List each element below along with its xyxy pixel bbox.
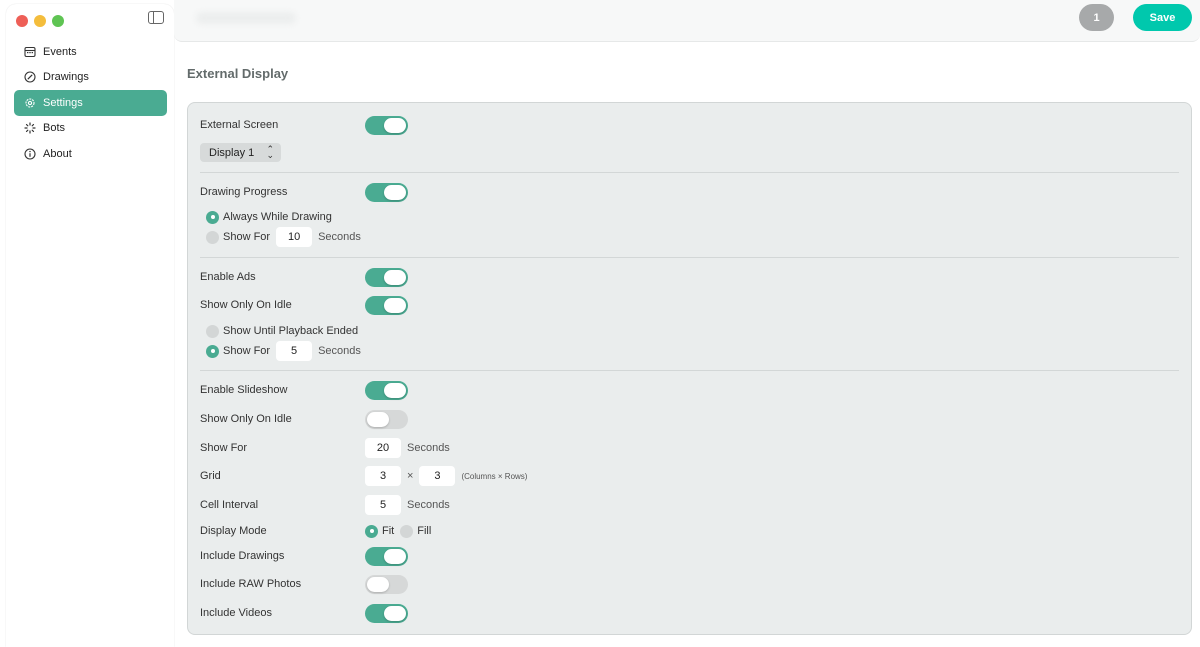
external-screen-row: External Screen: [200, 115, 408, 135]
drawing-progress-toggle[interactable]: [365, 182, 408, 202]
grid-columns-input[interactable]: 3: [365, 466, 401, 486]
include-videos-toggle[interactable]: [365, 603, 408, 623]
sidebar-item-drawings[interactable]: Drawings: [14, 65, 167, 91]
option-label: Show For: [223, 345, 271, 357]
section-title: External Display: [187, 66, 289, 81]
external-display-panel: External Screen Display 1 ⌃ ⌄ Drawing Pro…: [187, 102, 1192, 635]
pencil-circle-icon: [24, 71, 36, 83]
include-drawings-row: Include Drawings: [200, 546, 408, 566]
drawing-progress-showfor-option[interactable]: Show For 10 Seconds: [206, 227, 361, 247]
divider: [200, 370, 1179, 371]
mode-fit-radio[interactable]: [365, 524, 378, 538]
cell-interval-row: Cell Interval 5 Seconds: [200, 495, 450, 515]
top-toolbar: 1 Save: [174, 0, 1200, 42]
grid-label: Grid: [200, 470, 221, 482]
seconds-label: Seconds: [407, 442, 450, 454]
external-screen-toggle[interactable]: [365, 115, 408, 135]
sidebar-item-about[interactable]: About: [14, 141, 167, 167]
include-drawings-label: Include Drawings: [200, 550, 285, 562]
option-label: Show For: [223, 231, 271, 243]
drawing-progress-label: Drawing Progress: [200, 186, 288, 198]
option-label: Show Until Playback Ended: [223, 325, 359, 337]
sidebar: Events Drawings Settings Bots About: [6, 4, 174, 647]
divider: [200, 172, 1179, 173]
gear-icon: [24, 97, 36, 109]
drawing-progress-row: Drawing Progress: [200, 182, 408, 202]
previous-section-remnant: [196, 12, 296, 24]
sidebar-item-label: Bots: [43, 122, 66, 135]
slideshow-idle-row: Show Only On Idle: [200, 409, 408, 429]
sidebar-nav: Events Drawings Settings Bots About: [14, 39, 167, 167]
sidebar-toggle-icon[interactable]: [148, 11, 164, 24]
slideshow-showfor-input[interactable]: 20: [365, 438, 401, 458]
include-raw-row: Include RAW Photos: [200, 574, 408, 594]
slideshow-idle-toggle[interactable]: [365, 409, 408, 429]
drawing-progress-always-option[interactable]: Always While Drawing: [206, 208, 332, 226]
include-drawings-toggle[interactable]: [365, 546, 408, 566]
mode-fill-label[interactable]: Fill: [417, 525, 431, 537]
info-icon: [24, 148, 36, 160]
sidebar-item-events[interactable]: Events: [14, 39, 167, 65]
drawing-progress-seconds-input[interactable]: 10: [276, 227, 313, 247]
sidebar-item-bots[interactable]: Bots: [14, 116, 167, 142]
seconds-label: Seconds: [318, 231, 361, 243]
enable-slideshow-row: Enable Slideshow: [200, 380, 408, 400]
cell-interval-input[interactable]: 5: [365, 495, 401, 515]
include-raw-toggle[interactable]: [365, 574, 408, 594]
mode-fit-label[interactable]: Fit: [382, 525, 394, 537]
slideshow-showfor-row: Show For 20 Seconds: [200, 438, 450, 458]
window-close-button[interactable]: [16, 15, 28, 27]
times-sign: ×: [407, 470, 414, 482]
sidebar-item-label: Settings: [43, 96, 83, 109]
sidebar-item-settings[interactable]: Settings: [14, 90, 167, 116]
display-select[interactable]: Display 1 ⌃ ⌄: [200, 143, 281, 162]
save-button[interactable]: Save: [1133, 4, 1192, 31]
ads-until-playback-option[interactable]: Show Until Playback Ended: [206, 322, 358, 340]
seconds-label: Seconds: [407, 499, 450, 511]
grid-row: Grid 3 × 3 (Columns × Rows): [200, 466, 527, 486]
ads-idle-label: Show Only On Idle: [200, 299, 292, 311]
grid-rows-input[interactable]: 3: [419, 466, 456, 486]
window-minimize-button[interactable]: [34, 15, 46, 27]
enable-slideshow-label: Enable Slideshow: [200, 384, 288, 396]
enable-ads-label: Enable Ads: [200, 271, 256, 283]
calendar-icon: [24, 46, 36, 58]
enable-slideshow-toggle[interactable]: [365, 380, 408, 400]
chevron-updown-icon: ⌃ ⌄: [266, 144, 274, 160]
enable-ads-row: Enable Ads: [200, 267, 408, 287]
grid-note: (Columns × Rows): [461, 471, 528, 481]
radio-selected-icon[interactable]: [206, 210, 219, 224]
option-label: Always While Drawing: [223, 211, 332, 223]
include-videos-row: Include Videos: [200, 603, 408, 623]
count-badge[interactable]: 1: [1079, 4, 1114, 31]
ads-seconds-input[interactable]: 5: [276, 341, 313, 361]
include-videos-label: Include Videos: [200, 607, 272, 619]
include-raw-label: Include RAW Photos: [200, 578, 302, 590]
divider: [200, 257, 1179, 258]
display-mode-row: Display Mode Fit Fill: [200, 521, 431, 541]
enable-ads-toggle[interactable]: [365, 267, 408, 287]
spinner-icon: [24, 122, 36, 134]
display-select-value: Display 1: [209, 146, 255, 159]
display-mode-label: Display Mode: [200, 525, 267, 537]
mode-fill-radio[interactable]: [400, 524, 414, 538]
slideshow-idle-label: Show Only On Idle: [200, 413, 292, 425]
seconds-label: Seconds: [318, 345, 361, 357]
cell-interval-label: Cell Interval: [200, 499, 259, 511]
slideshow-showfor-label: Show For: [200, 442, 248, 454]
ads-showfor-option[interactable]: Show For 5 Seconds: [206, 341, 361, 361]
sidebar-item-label: Drawings: [43, 71, 89, 84]
sidebar-item-label: About: [43, 147, 72, 160]
ads-idle-row: Show Only On Idle: [200, 295, 408, 315]
ads-idle-toggle[interactable]: [365, 295, 408, 315]
radio-unselected-icon[interactable]: [206, 324, 219, 338]
radio-selected-icon[interactable]: [206, 344, 219, 358]
radio-unselected-icon[interactable]: [206, 230, 219, 244]
sidebar-item-label: Events: [43, 45, 77, 58]
external-screen-label: External Screen: [200, 119, 279, 131]
window-zoom-button[interactable]: [52, 15, 64, 27]
